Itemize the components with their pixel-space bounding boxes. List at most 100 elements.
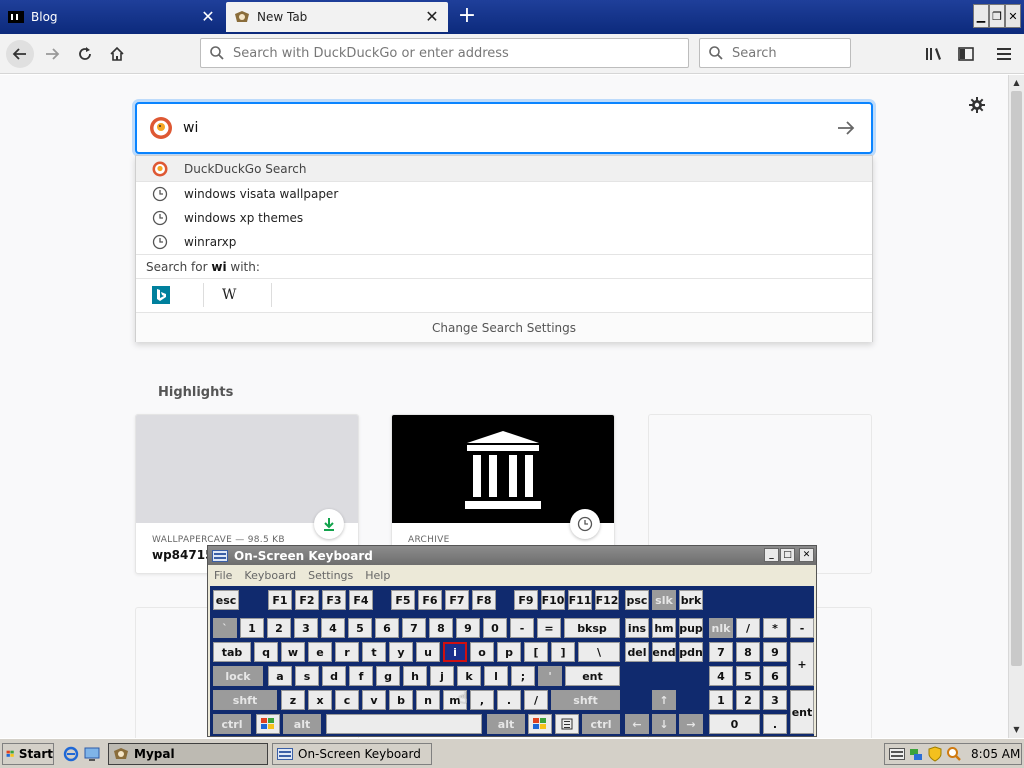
key-equals[interactable]: =: [537, 618, 561, 638]
key-f5[interactable]: F5: [391, 590, 415, 610]
tray-search-icon[interactable]: [946, 746, 962, 762]
key-delete[interactable]: del: [625, 642, 649, 662]
key-f6[interactable]: F6: [418, 590, 442, 610]
key-backtick[interactable]: `: [213, 618, 237, 638]
key-f7[interactable]: F7: [445, 590, 469, 610]
key-tab[interactable]: tab: [213, 642, 251, 662]
key-y[interactable]: y: [389, 642, 413, 662]
key-h[interactable]: h: [403, 666, 427, 686]
library-button[interactable]: [920, 40, 948, 68]
osk-minimize-button[interactable]: _: [764, 548, 779, 562]
go-arrow-icon[interactable]: [835, 117, 857, 139]
key-arrow-right[interactable]: →: [679, 714, 703, 734]
key-num-9[interactable]: 9: [763, 642, 787, 662]
change-search-settings-button[interactable]: Change Search Settings: [136, 312, 872, 342]
key-u[interactable]: u: [416, 642, 440, 662]
home-button[interactable]: [103, 40, 131, 68]
key-semicolon[interactable]: ;: [511, 666, 535, 686]
key-z[interactable]: z: [281, 690, 305, 710]
key-caps-lock[interactable]: lock: [213, 666, 263, 686]
page-search-input[interactable]: wi: [135, 102, 873, 154]
key-num-decimal[interactable]: .: [763, 714, 787, 734]
key-slash[interactable]: /: [524, 690, 548, 710]
key-num-lock[interactable]: nlk: [709, 618, 733, 638]
close-window-button[interactable]: ✕: [1005, 4, 1021, 28]
key-minus[interactable]: -: [510, 618, 534, 638]
key-num-1[interactable]: 1: [709, 690, 733, 710]
search-bar[interactable]: Search: [699, 38, 851, 68]
key-brk[interactable]: brk: [679, 590, 703, 610]
suggestion-history-item[interactable]: windows xp themes: [136, 206, 872, 230]
key-menu[interactable]: [555, 714, 579, 734]
key-g[interactable]: g: [376, 666, 400, 686]
key-num-plus[interactable]: +: [790, 642, 814, 686]
key-k[interactable]: k: [457, 666, 481, 686]
reload-button[interactable]: [71, 40, 99, 68]
key-left-alt[interactable]: alt: [283, 714, 321, 734]
page-settings-button[interactable]: [967, 95, 987, 115]
key-num-enter[interactable]: ent: [790, 690, 814, 734]
key-7[interactable]: 7: [402, 618, 426, 638]
key-x[interactable]: x: [308, 690, 332, 710]
key-9[interactable]: 9: [456, 618, 480, 638]
key-space[interactable]: [326, 714, 482, 734]
scroll-up-icon[interactable]: ▲: [1009, 75, 1024, 90]
key-w[interactable]: w: [281, 642, 305, 662]
key-num-2[interactable]: 2: [736, 690, 760, 710]
key-backspace[interactable]: bksp: [564, 618, 620, 638]
tray-network-icon[interactable]: [908, 746, 924, 762]
key-4[interactable]: 4: [321, 618, 345, 638]
key-arrow-down[interactable]: ↓: [652, 714, 676, 734]
back-button[interactable]: [6, 40, 34, 68]
key-left-windows[interactable]: [256, 714, 280, 734]
key-slk[interactable]: slk: [652, 590, 676, 610]
key-f9[interactable]: F9: [514, 590, 538, 610]
url-bar[interactable]: Search with DuckDuckGo or enter address: [200, 38, 689, 68]
key-comma[interactable]: ,: [470, 690, 494, 710]
key-1[interactable]: 1: [240, 618, 264, 638]
key-q[interactable]: q: [254, 642, 278, 662]
start-button[interactable]: Start: [2, 743, 54, 765]
key-i[interactable]: i: [443, 642, 467, 662]
key-l[interactable]: l: [484, 666, 508, 686]
tray-keyboard-icon[interactable]: [889, 746, 905, 762]
menu-button[interactable]: [990, 40, 1018, 68]
key-enter[interactable]: ent: [565, 666, 620, 686]
forward-button[interactable]: [38, 40, 66, 68]
key-2[interactable]: 2: [267, 618, 291, 638]
key-num-7[interactable]: 7: [709, 642, 733, 662]
key-page-down[interactable]: pdn: [679, 642, 703, 662]
restore-window-button[interactable]: ❐: [989, 4, 1005, 28]
key-f8[interactable]: F8: [472, 590, 496, 610]
minimize-window-button[interactable]: ▁: [973, 4, 989, 28]
key-arrow-left[interactable]: ←: [625, 714, 649, 734]
key-arrow-up[interactable]: ↑: [652, 690, 676, 710]
key-esc[interactable]: esc: [213, 590, 239, 610]
new-tab-button[interactable]: +: [456, 4, 478, 28]
key-f[interactable]: f: [349, 666, 373, 686]
key-num-0[interactable]: 0: [709, 714, 760, 734]
key-home[interactable]: hm: [652, 618, 676, 638]
scroll-thumb[interactable]: [1011, 91, 1022, 666]
key-num-3[interactable]: 3: [763, 690, 787, 710]
key-period[interactable]: .: [497, 690, 521, 710]
close-tab-icon[interactable]: ✕: [424, 9, 440, 25]
key-insert[interactable]: ins: [625, 618, 649, 638]
scroll-down-icon[interactable]: ▼: [1009, 722, 1024, 737]
key-right-ctrl[interactable]: ctrl: [582, 714, 620, 734]
key-right-shift[interactable]: shft: [551, 690, 620, 710]
quicklaunch-ie-icon[interactable]: [62, 745, 80, 763]
key-f4[interactable]: F4: [349, 590, 373, 610]
taskbar-item-osk[interactable]: On-Screen Keyboard: [272, 743, 432, 765]
key-3[interactable]: 3: [294, 618, 318, 638]
key-f10[interactable]: F10: [541, 590, 565, 610]
key-a[interactable]: a: [268, 666, 292, 686]
taskbar-item-mypal[interactable]: Mypal: [108, 743, 268, 765]
key-left-ctrl[interactable]: ctrl: [213, 714, 251, 734]
osk-close-button[interactable]: ✕: [799, 548, 814, 562]
bing-engine-button[interactable]: [152, 283, 204, 307]
key-num-4[interactable]: 4: [709, 666, 733, 686]
key-f2[interactable]: F2: [295, 590, 319, 610]
key-r[interactable]: r: [335, 642, 359, 662]
suggestion-engine-search[interactable]: DuckDuckGo Search: [136, 156, 872, 182]
